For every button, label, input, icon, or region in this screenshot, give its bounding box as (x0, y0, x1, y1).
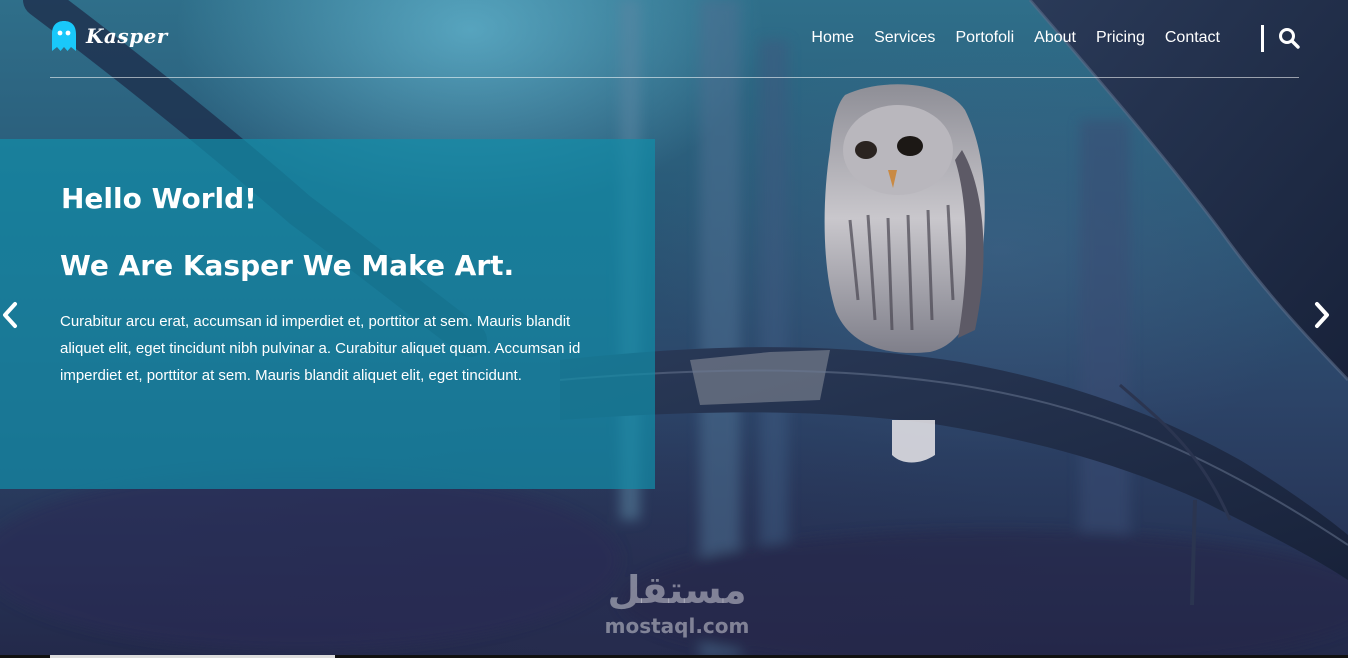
prev-slide-button[interactable] (0, 300, 24, 330)
search-button[interactable] (1278, 27, 1300, 49)
watermark-latin: mostaql.com (604, 614, 750, 638)
brand-name: Kasper (86, 24, 168, 48)
hero-section: Kasper Home Services Portofoli About Pri… (0, 0, 1348, 658)
mostaql-watermark: مستقل mostaql.com (592, 566, 762, 638)
brand-logo[interactable]: Kasper (50, 18, 168, 54)
search-icon (1279, 28, 1300, 49)
main-nav: Home Services Portofoli About Pricing Co… (811, 26, 1220, 50)
nav-item-portofoli[interactable]: Portofoli (955, 26, 1014, 50)
nav-item-home[interactable]: Home (811, 26, 854, 50)
chevron-left-icon (3, 302, 17, 328)
nav-divider (1261, 25, 1264, 52)
nav-item-contact[interactable]: Contact (1165, 26, 1220, 50)
watermark-arabic: مستقل (607, 568, 747, 612)
nav-item-pricing[interactable]: Pricing (1096, 26, 1145, 50)
header-divider (50, 77, 1299, 78)
nav-item-services[interactable]: Services (874, 26, 935, 50)
hero-tagline: We Are Kasper We Make Art. (60, 249, 515, 282)
ghost-icon (52, 21, 76, 51)
chevron-right-icon (1315, 302, 1329, 328)
next-slide-button[interactable] (1310, 300, 1334, 330)
hero-description: Curabitur arcu erat, accumsan id imperdi… (60, 313, 581, 384)
hero-greeting: Hello World! (61, 182, 257, 215)
nav-item-about[interactable]: About (1034, 26, 1076, 50)
